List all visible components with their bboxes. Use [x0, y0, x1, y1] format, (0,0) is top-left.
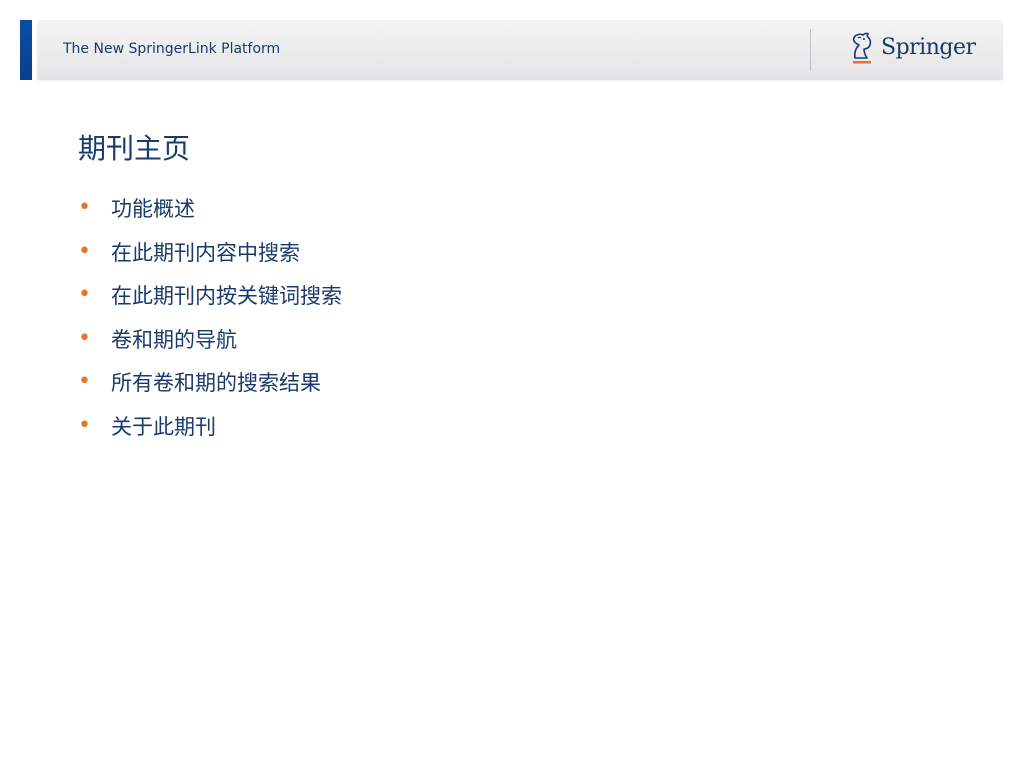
header-bar: The New SpringerLink Platform Springer [37, 20, 1003, 80]
bullet-text: 关于此期刊 [111, 414, 216, 439]
bullet-dot-icon: • [78, 238, 91, 264]
bullet-dot-icon: • [78, 282, 91, 308]
bullet-text: 卷和期的导航 [111, 327, 237, 352]
springer-logo: Springer [849, 32, 976, 68]
bullet-text: 所有卷和期的搜索结果 [111, 371, 321, 396]
bullet-dot-icon: • [78, 325, 91, 351]
bullet-text: 功能概述 [111, 197, 195, 221]
header-accent-bar [20, 20, 32, 80]
header-title: The New SpringerLink Platform [63, 41, 281, 57]
bullet-dot-icon: • [78, 195, 91, 220]
header-divider [810, 29, 811, 71]
bullet-text: 在此期刊内容中搜索 [111, 240, 300, 265]
bullet-text: 在此期刊内按关键词搜索 [111, 284, 342, 309]
slide-title: 期刊主页 [78, 132, 191, 165]
springer-knight-icon [852, 32, 872, 64]
bullet-dot-icon: • [78, 412, 91, 438]
bullet-dot-icon: • [78, 369, 91, 395]
logo-text: Springer [881, 35, 976, 60]
